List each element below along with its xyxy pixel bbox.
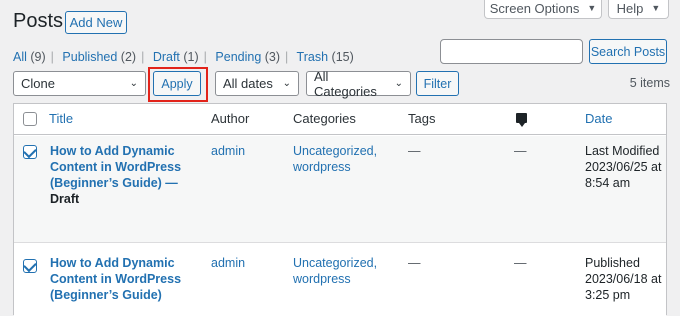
categories-column-header: Categories — [293, 111, 356, 126]
categories-links[interactable]: Uncategorized, wordpress — [293, 255, 377, 287]
categories-links[interactable]: Uncategorized, wordpress — [293, 143, 377, 175]
comments-value: — — [514, 256, 527, 270]
bulk-action-select[interactable]: Clone ⌄ — [13, 71, 146, 96]
apply-button[interactable]: Apply — [153, 71, 201, 96]
category-filter-select[interactable]: All Categories ⌄ — [306, 68, 411, 99]
screen-options-tab[interactable]: Screen Options ▼ — [484, 0, 602, 19]
table-row: How to Add Dynamic Content in WordPress … — [14, 244, 666, 316]
date-value: Published 2023/06/18 at 3:25 pm — [585, 256, 662, 302]
author-column-header: Author — [211, 111, 250, 126]
view-count: (2) — [120, 50, 137, 64]
chevron-down-icon: ⌄ — [129, 78, 138, 89]
search-posts-button[interactable]: Search Posts — [589, 39, 667, 64]
view-count: (15) — [331, 50, 354, 64]
bulk-action-value: Clone — [21, 76, 55, 91]
post-status-views: All (9) | Published (2) | Draft (1) | Pendi… — [13, 50, 354, 64]
tags-column-header: Tags — [408, 111, 436, 126]
category-filter-value: All Categories — [314, 68, 377, 99]
caret-down-icon: ▼ — [587, 3, 597, 13]
view-count: (9) — [30, 50, 46, 64]
author-link[interactable]: admin — [211, 255, 245, 271]
filter-button[interactable]: Filter — [416, 71, 459, 96]
table-header: Title Author Categories Tags Date — [14, 104, 666, 135]
page-title: Posts — [13, 10, 64, 32]
caret-down-icon: ▼ — [651, 3, 661, 13]
date-filter-value: All dates — [223, 76, 273, 91]
date-column-header[interactable]: Date — [585, 111, 612, 126]
date-value: Last Modified 2023/06/25 at 8:54 am — [585, 144, 662, 190]
view-count: (3) — [264, 50, 281, 64]
help-label: Help — [616, 0, 644, 16]
title-column-header[interactable]: Title — [49, 111, 73, 126]
view-count: (1) — [183, 50, 199, 64]
author-link[interactable]: admin — [211, 143, 245, 159]
post-title-link[interactable]: How to Add Dynamic Content in WordPress … — [50, 255, 200, 303]
view-draft[interactable]: Draft — [153, 50, 180, 64]
row-checkbox[interactable] — [23, 145, 37, 159]
table-row: How to Add Dynamic Content in WordPress … — [14, 136, 666, 243]
screen-options-label: Screen Options — [489, 0, 580, 16]
tags-value: — — [408, 144, 421, 158]
row-checkbox[interactable] — [23, 259, 37, 273]
post-state: Draft — [50, 192, 80, 206]
view-published[interactable]: Published — [62, 50, 117, 64]
tags-value: — — [408, 256, 421, 270]
select-all-checkbox[interactable] — [23, 112, 37, 126]
chevron-down-icon: ⌄ — [394, 78, 403, 89]
search-input[interactable] — [440, 39, 583, 64]
view-trash[interactable]: Trash — [297, 50, 329, 64]
view-all[interactable]: All — [13, 50, 27, 64]
post-title-link[interactable]: How to Add Dynamic Content in WordPress … — [50, 143, 200, 207]
date-filter-select[interactable]: All dates ⌄ — [215, 71, 299, 96]
chevron-down-icon: ⌄ — [282, 78, 291, 89]
help-tab[interactable]: Help ▼ — [608, 0, 669, 19]
comment-icon[interactable] — [516, 113, 527, 127]
comments-value: — — [514, 144, 527, 158]
items-count: 5 items — [629, 76, 670, 90]
posts-table: Title Author Categories Tags Date How to… — [13, 103, 667, 316]
view-pending[interactable]: Pending — [215, 50, 261, 64]
add-new-button[interactable]: Add New — [65, 11, 127, 34]
